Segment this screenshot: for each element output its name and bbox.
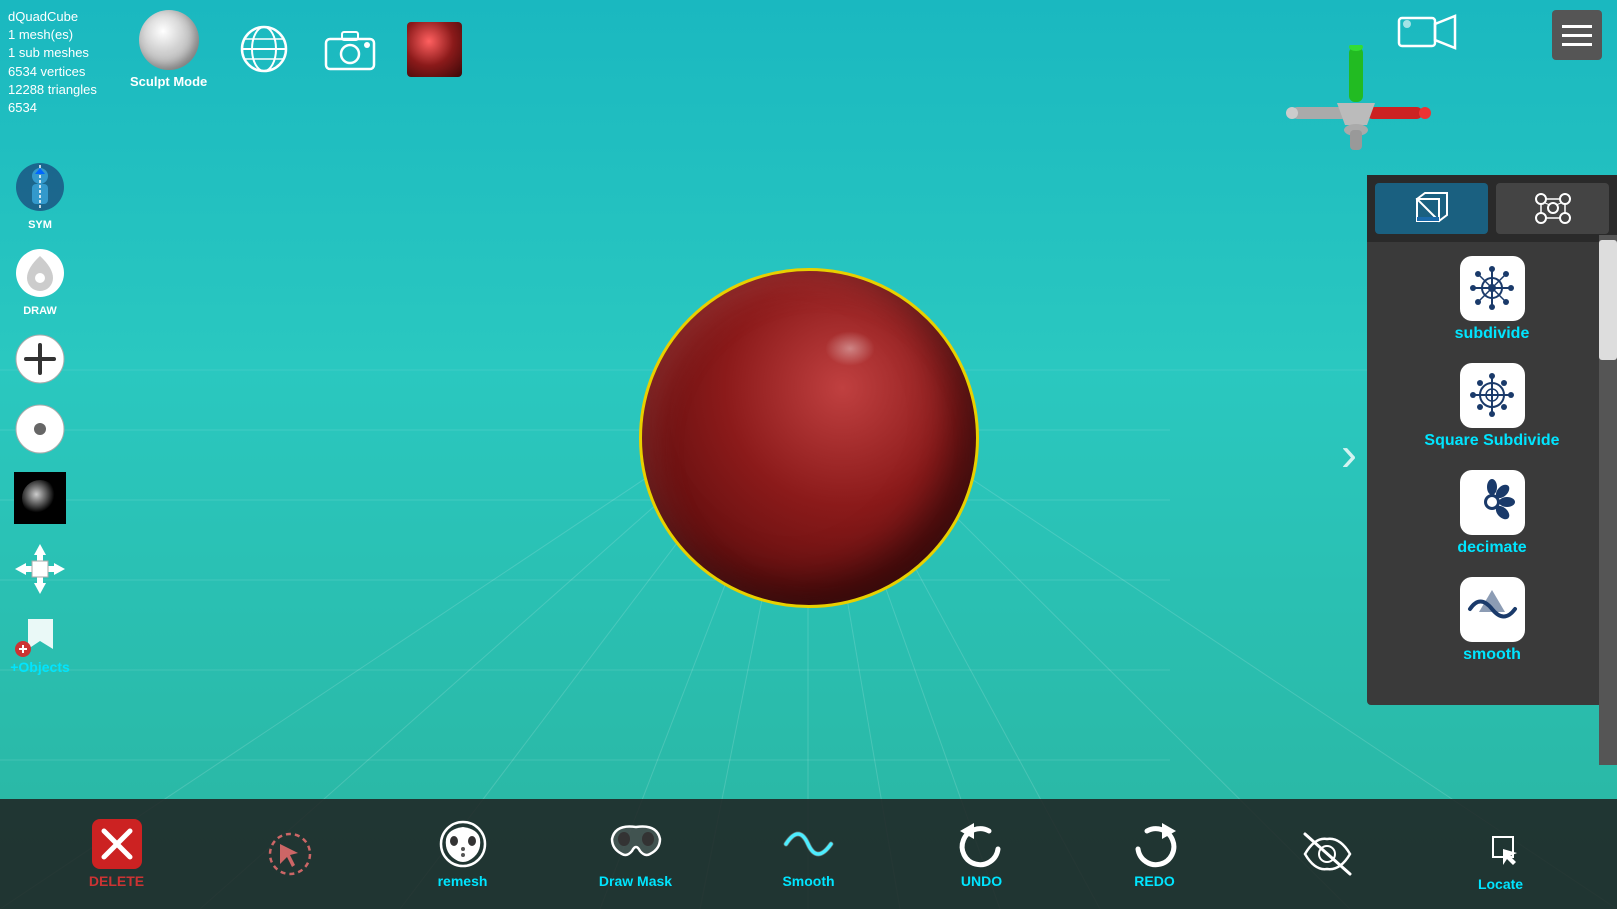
material-preview-button[interactable] <box>407 22 462 77</box>
left-sidebar: SYM DRAW <box>10 160 70 675</box>
smooth-tool-button[interactable]: smooth <box>1375 571 1609 670</box>
hide-icon <box>1300 829 1355 879</box>
sculpt-sphere[interactable] <box>639 268 979 608</box>
square-subdivide-button[interactable]: Square Subdivide <box>1375 357 1609 456</box>
add-icon <box>13 332 68 387</box>
remesh-button[interactable]: remesh <box>423 819 503 889</box>
viewport: dQuadCube 1 mesh(es) 1 sub meshes 6534 v… <box>0 0 1617 909</box>
draw-button[interactable]: DRAW <box>11 246 69 317</box>
sculpt-mode-label: Sculpt Mode <box>130 74 207 89</box>
circle-button[interactable] <box>11 402 69 457</box>
sym-icon <box>13 160 68 215</box>
undo-icon <box>954 819 1009 869</box>
brush-opacity-icon <box>14 472 66 524</box>
top-center-tools: Sculpt Mode <box>130 10 462 89</box>
panel-tool-list: subdivide <box>1367 242 1617 678</box>
decimate-label: decimate <box>1457 539 1526 557</box>
remesh-icon <box>438 819 488 869</box>
brush-opacity-button[interactable] <box>11 472 69 524</box>
draw-mask-label: Draw Mask <box>599 873 672 889</box>
panel-tab-cube[interactable] <box>1375 183 1488 234</box>
move-widget-button[interactable] <box>10 539 70 599</box>
globe-icon-button[interactable] <box>237 22 292 77</box>
panel-scrollbar[interactable] <box>1599 235 1617 765</box>
transform-widget[interactable] <box>1267 45 1447 155</box>
subdivide-button[interactable]: subdivide <box>1375 250 1609 349</box>
app-info: dQuadCube 1 mesh(es) 1 sub meshes 6534 v… <box>8 8 97 117</box>
locate-button[interactable]: Locate <box>1461 817 1541 892</box>
hamburger-line-2 <box>1562 34 1592 37</box>
remesh-label: remesh <box>438 873 488 889</box>
hamburger-line-3 <box>1562 43 1592 46</box>
bottom-toolbar: DELETE <box>0 799 1617 909</box>
sculpt-mode-button[interactable]: Sculpt Mode <box>130 10 207 89</box>
square-subdivide-icon <box>1460 363 1525 428</box>
draw-mask-icon <box>610 819 662 869</box>
hamburger-line-1 <box>1562 25 1592 28</box>
smooth-bottom-label: Smooth <box>782 873 834 889</box>
decimate-button[interactable]: decimate <box>1375 464 1609 563</box>
add-button[interactable] <box>11 332 69 387</box>
draw-mask-button[interactable]: Draw Mask <box>596 819 676 889</box>
draw-label: DRAW <box>23 305 57 317</box>
circle-icon <box>13 402 68 457</box>
redo-label: REDO <box>1134 873 1174 889</box>
undo-label: UNDO <box>961 873 1002 889</box>
subdivide-icon <box>1460 256 1525 321</box>
square-subdivide-label: Square Subdivide <box>1424 432 1559 450</box>
redo-button[interactable]: REDO <box>1115 819 1195 889</box>
dashed-circle-icon <box>265 829 315 879</box>
delete-label: DELETE <box>89 873 144 889</box>
hide-button[interactable] <box>1288 829 1368 879</box>
locate-label: Locate <box>1478 876 1523 892</box>
smooth-tool-label: smooth <box>1463 646 1521 664</box>
app-meshes: 1 mesh(es) <box>8 26 97 44</box>
sphere-mesh <box>639 268 979 608</box>
camera-button[interactable] <box>322 22 377 77</box>
subdivide-label: subdivide <box>1455 325 1530 343</box>
app-vertices: 6534 vertices <box>8 63 97 81</box>
smooth-bottom-button[interactable]: Smooth <box>769 819 849 889</box>
next-arrow-button[interactable]: › <box>1341 427 1357 482</box>
add-objects-button[interactable]: +Objects <box>10 614 70 675</box>
sym-button[interactable]: SYM <box>11 160 69 231</box>
smooth-bottom-icon <box>781 819 836 869</box>
app-title: dQuadCube <box>8 8 97 26</box>
right-panel: subdivide <box>1367 175 1617 705</box>
hamburger-menu-button[interactable] <box>1552 10 1602 60</box>
sym-label: SYM <box>28 219 52 231</box>
locate-icon <box>1473 817 1528 872</box>
panel-tab-nodes[interactable] <box>1496 183 1609 234</box>
smooth-icon <box>1460 577 1525 642</box>
decimate-icon <box>1460 470 1525 535</box>
undo-button[interactable]: UNDO <box>942 819 1022 889</box>
app-triangles: 12288 triangles <box>8 81 97 99</box>
add-objects-label: +Objects <box>10 659 70 675</box>
panel-scrollbar-thumb <box>1599 240 1617 360</box>
delete-icon <box>92 819 142 869</box>
unknown-circle-button[interactable] <box>250 829 330 879</box>
draw-icon <box>13 246 68 301</box>
redo-icon <box>1127 819 1182 869</box>
panel-tabs <box>1367 175 1617 242</box>
delete-button[interactable]: DELETE <box>77 819 157 889</box>
app-extra: 6534 <box>8 99 97 117</box>
app-sub-meshes: 1 sub meshes <box>8 44 97 62</box>
sculpt-sphere-icon <box>139 10 199 70</box>
